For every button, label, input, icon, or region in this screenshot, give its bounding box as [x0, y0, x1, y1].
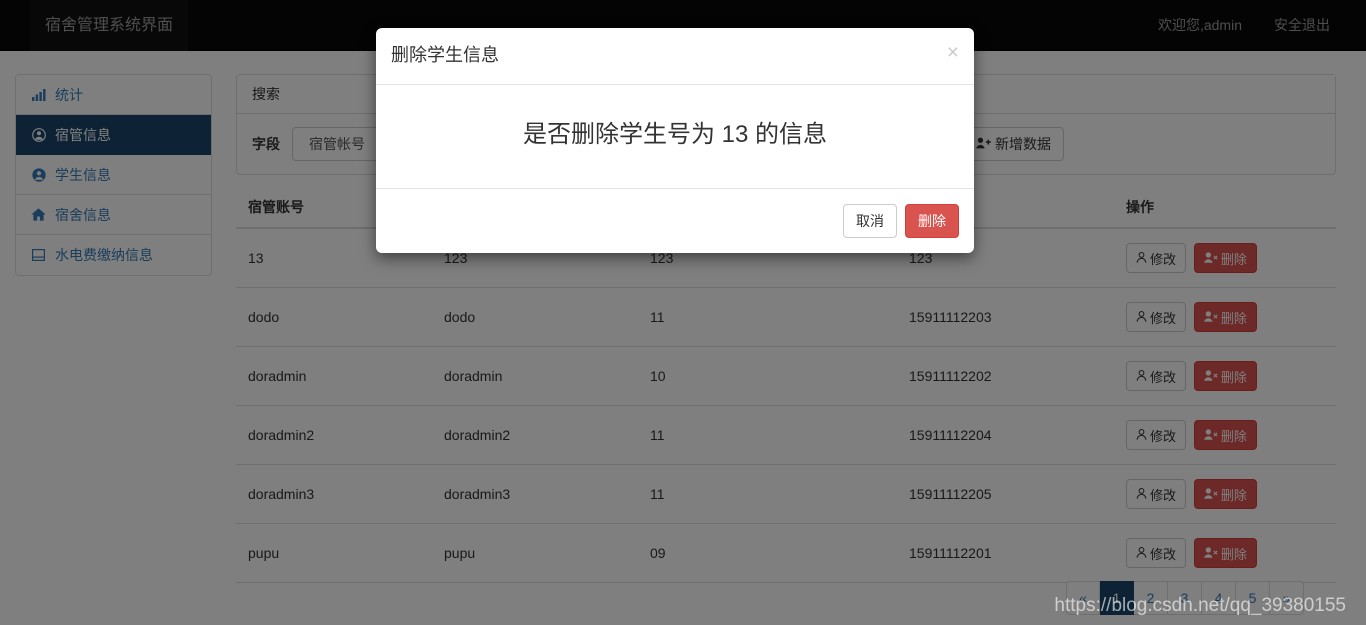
delete-confirm-modal: 删除学生信息 × 是否删除学生号为 13 的信息 取消 删除	[376, 28, 974, 253]
modal-header: 删除学生信息 ×	[376, 28, 974, 85]
modal-footer: 取消 删除	[376, 187, 974, 253]
close-icon[interactable]: ×	[947, 42, 959, 63]
modal-cancel-button[interactable]: 取消	[843, 203, 897, 238]
modal-confirm-delete-button[interactable]: 删除	[905, 203, 959, 238]
modal-title: 删除学生信息	[391, 45, 499, 65]
modal-body: 是否删除学生号为 13 的信息	[376, 85, 974, 188]
modal-message: 是否删除学生号为 13 的信息	[522, 120, 828, 148]
